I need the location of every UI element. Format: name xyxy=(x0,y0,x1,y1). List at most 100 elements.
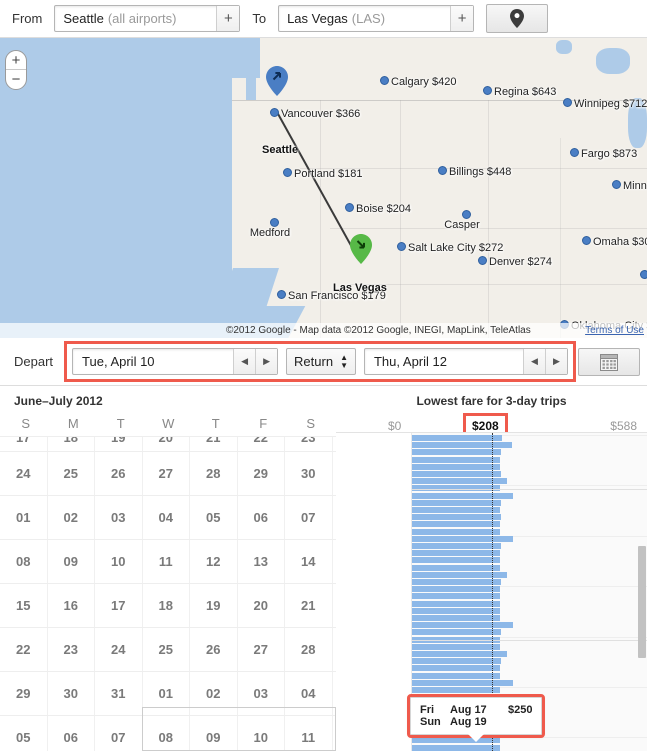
return-prev-day-button[interactable]: ◀ xyxy=(522,349,545,374)
calendar-day-cell[interactable]: 26 xyxy=(95,452,143,495)
calendar-day-cell[interactable]: 11 xyxy=(285,716,333,751)
chart-bar[interactable] xyxy=(412,442,513,449)
calendar-day-cell[interactable]: 24 xyxy=(95,628,143,671)
calendar-day-cell[interactable]: 22 xyxy=(0,628,48,671)
calendar-day-cell[interactable]: 18 xyxy=(143,584,190,627)
calendar-day-cell[interactable]: 23 xyxy=(285,437,333,451)
return-next-day-button[interactable]: ▶ xyxy=(544,349,567,374)
chart-bar[interactable] xyxy=(412,550,501,557)
chart-bar[interactable] xyxy=(412,629,501,636)
calendar-day-cell[interactable]: 28 xyxy=(190,452,238,495)
calendar-day-cell[interactable]: 27 xyxy=(143,452,190,495)
map-zoom-out-button[interactable]: − xyxy=(6,70,26,89)
calendar-day-cell[interactable]: 15 xyxy=(0,584,48,627)
return-type-select[interactable]: Return ▲ ▼ xyxy=(286,348,356,375)
route-map[interactable]: + − Vancouver $366 Calgary $420 Regina $64… xyxy=(0,38,647,338)
calendar-day-cell[interactable]: 29 xyxy=(0,672,48,715)
chart-bar[interactable] xyxy=(412,744,501,751)
calendar-day-cell[interactable]: 11 xyxy=(143,540,190,583)
add-origin-plus-icon[interactable]: + xyxy=(216,6,240,31)
calendar-day-cell[interactable]: 29 xyxy=(238,452,285,495)
chart-bar[interactable] xyxy=(412,463,501,470)
calendar-day-cell[interactable]: 03 xyxy=(238,672,285,715)
calendar-day-cell[interactable]: 19 xyxy=(190,584,238,627)
add-destination-plus-icon[interactable]: + xyxy=(450,6,474,31)
chart-bar[interactable] xyxy=(412,672,501,679)
calendar-day-cell[interactable]: 02 xyxy=(48,496,95,539)
calendar-day-cell[interactable]: 20 xyxy=(143,437,190,451)
chart-bar[interactable] xyxy=(412,535,514,542)
chart-bar[interactable] xyxy=(412,507,501,513)
map-terms-link[interactable]: Terms of Use xyxy=(585,325,644,336)
calendar-day-cell[interactable]: 17 xyxy=(0,437,48,451)
chart-bar[interactable] xyxy=(412,600,501,607)
calendar-day-cell[interactable]: 21 xyxy=(285,584,333,627)
calendar-day-cell[interactable]: 06 xyxy=(238,496,285,539)
chart-bar[interactable] xyxy=(412,557,501,564)
chart-bar[interactable] xyxy=(412,593,501,600)
calendar-day-cell[interactable]: 13 xyxy=(238,540,285,583)
chart-bar[interactable] xyxy=(412,643,501,650)
chart-bar[interactable] xyxy=(412,543,501,549)
calendar-day-cell[interactable]: 07 xyxy=(285,496,333,539)
chart-bar[interactable] xyxy=(412,564,501,571)
chart-bar[interactable] xyxy=(412,651,507,657)
calendar-day-cell[interactable]: 10 xyxy=(95,540,143,583)
map-zoom-in-button[interactable]: + xyxy=(6,51,26,70)
chart-bar[interactable] xyxy=(412,514,501,521)
calendar-grid-button[interactable] xyxy=(578,348,640,376)
chart-bar[interactable] xyxy=(412,615,501,621)
calendar-day-cell[interactable]: 25 xyxy=(48,452,95,495)
chart-bar[interactable] xyxy=(412,478,507,485)
chart-bar[interactable] xyxy=(412,471,501,477)
chart-bar[interactable] xyxy=(412,607,501,614)
origin-pin[interactable] xyxy=(266,66,288,96)
calendar-day-cell[interactable]: 12 xyxy=(190,540,238,583)
calendar-day-cell[interactable]: 08 xyxy=(143,716,190,751)
chart-bar[interactable] xyxy=(412,665,501,672)
calendar-day-cell[interactable]: 08 xyxy=(0,540,48,583)
chart-bar[interactable] xyxy=(412,521,501,528)
chart-bar[interactable] xyxy=(412,528,501,535)
calendar-day-cell[interactable]: 04 xyxy=(143,496,190,539)
from-input[interactable]: Seattle (all airports) + xyxy=(54,5,241,32)
calendar-day-cell[interactable]: 17 xyxy=(95,584,143,627)
calendar-day-cell[interactable]: 01 xyxy=(0,496,48,539)
destination-pin[interactable] xyxy=(350,234,372,264)
calendar-day-cell[interactable]: 26 xyxy=(190,628,238,671)
calendar-day-cell[interactable]: 23 xyxy=(48,628,95,671)
chart-bar[interactable] xyxy=(412,571,507,578)
calendar-day-cell[interactable]: 04 xyxy=(285,672,333,715)
chart-bar[interactable] xyxy=(412,449,502,456)
chart-bar[interactable] xyxy=(412,687,501,693)
calendar-day-cell[interactable]: 03 xyxy=(95,496,143,539)
calendar-day-cell[interactable]: 06 xyxy=(48,716,95,751)
chart-bar[interactable] xyxy=(412,435,502,441)
return-date-input[interactable]: Thu, April 12 ◀ ▶ xyxy=(363,348,568,375)
calendar-day-cell[interactable]: 24 xyxy=(0,452,48,495)
map-pin-button[interactable] xyxy=(486,4,549,33)
calendar-day-cell[interactable]: 28 xyxy=(285,628,333,671)
calendar-day-cell[interactable]: 07 xyxy=(95,716,143,751)
chart-bar[interactable] xyxy=(412,658,501,665)
calendar-day-cell[interactable]: 20 xyxy=(238,584,285,627)
calendar-day-cell[interactable]: 18 xyxy=(48,437,95,451)
chart-bar[interactable] xyxy=(412,586,501,593)
chart-bar[interactable] xyxy=(412,622,514,629)
calendar-day-cell[interactable]: 01 xyxy=(143,672,190,715)
chart-bar[interactable] xyxy=(412,579,501,585)
calendar-grid[interactable]: 17 18 19 20 21 22 23 24 25 26 27 28 29 30 01 02 03 04 05 06… xyxy=(0,436,336,751)
chart-bar[interactable] xyxy=(412,492,514,499)
results-scrollbar[interactable] xyxy=(638,546,646,658)
calendar-day-cell[interactable]: 21 xyxy=(190,437,238,451)
calendar-day-cell[interactable]: 14 xyxy=(285,540,333,583)
to-input[interactable]: Las Vegas (LAS) + xyxy=(278,5,475,32)
calendar-day-cell[interactable]: 30 xyxy=(48,672,95,715)
chart-bar[interactable] xyxy=(412,499,501,506)
depart-prev-day-button[interactable]: ◀ xyxy=(233,349,256,374)
chart-bar[interactable] xyxy=(412,456,501,463)
calendar-day-cell[interactable]: 27 xyxy=(238,628,285,671)
calendar-day-cell[interactable]: 02 xyxy=(190,672,238,715)
calendar-day-cell[interactable]: 05 xyxy=(190,496,238,539)
chart-bar[interactable] xyxy=(412,737,501,744)
